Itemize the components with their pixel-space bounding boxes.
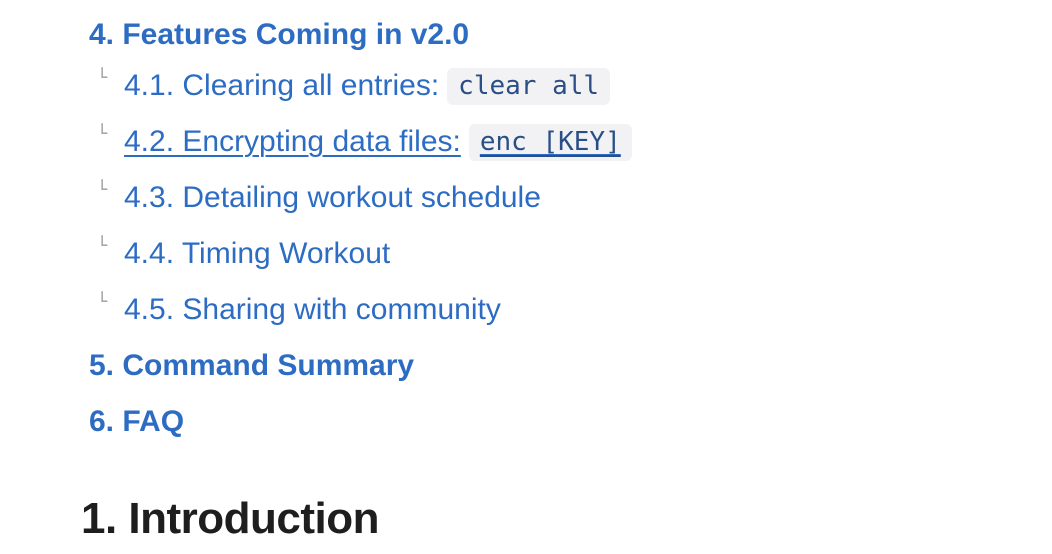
tree-branch-icon: └ [97,124,108,144]
toc-item-workout-schedule: └ 4.3. Detailing workout schedule [89,170,1029,226]
toc-link-clearing-entries[interactable]: 4.1. Clearing all entries: clear all [124,67,611,105]
toc-item-clearing-entries: └ 4.1. Clearing all entries: clear all [89,58,1029,114]
tree-branch-icon: └ [97,68,108,88]
toc-link-encrypting-files[interactable]: 4.2. Encrypting data files: enc [KEY] [124,123,632,161]
toc-link-label: 4.3. Detailing workout schedule [124,181,541,214]
tree-branch-icon: └ [97,180,108,200]
toc-link-sharing-community[interactable]: 4.5. Sharing with community [124,293,501,327]
inline-code: clear all [447,67,611,105]
toc-link-label: 4.4. Timing Workout [124,237,391,270]
toc-link-workout-schedule[interactable]: 4.3. Detailing workout schedule [124,181,541,215]
toc-link-timing-workout[interactable]: 4.4. Timing Workout [124,237,390,271]
section-heading-introduction: 1. Introduction [81,494,380,543]
toc-link-label: 4.5. Sharing with community [124,293,501,326]
toc-item-features-v2: 4. Features Coming in v2.0 [89,14,1029,58]
toc-item-sharing-community: └ 4.5. Sharing with community [89,282,1029,338]
toc-link-label: 4. Features Coming in v2.0 [89,18,470,51]
toc-link-label: 5. Command Summary [89,349,415,382]
toc-item-faq: 6. FAQ [89,394,1029,450]
toc-link-label: 4.2. Encrypting data files: [124,125,461,158]
tree-branch-icon: └ [97,292,108,312]
inline-code: enc [KEY] [468,123,632,161]
toc-item-encrypting-files: └ 4.2. Encrypting data files: enc [KEY] [89,114,1029,170]
toc-link-label: 6. FAQ [89,405,185,438]
toc-link-label: 4.1. Clearing all entries: [124,69,440,102]
toc-link-command-summary[interactable]: 5. Command Summary [89,349,414,383]
toc-item-command-summary: 5. Command Summary [89,338,1029,394]
table-of-contents: 4. Features Coming in v2.0 └ 4.1. Cleari… [89,14,1029,450]
tree-branch-icon: └ [97,236,108,256]
toc-link-features-v2[interactable]: 4. Features Coming in v2.0 [89,18,469,52]
toc-item-timing-workout: └ 4.4. Timing Workout [89,226,1029,282]
toc-link-faq[interactable]: 6. FAQ [89,405,184,439]
